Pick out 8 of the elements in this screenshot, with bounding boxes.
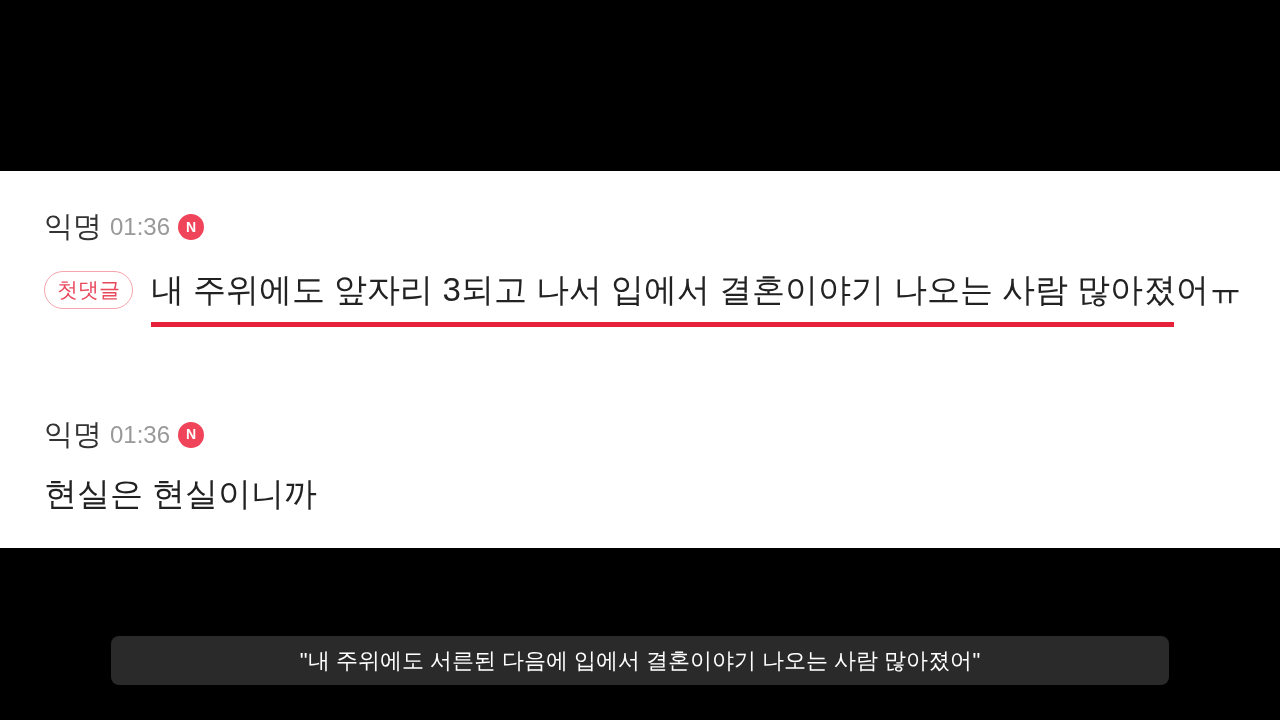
new-badge: N (178, 214, 205, 240)
comment-text: 현실은 현실이니까 (44, 473, 318, 514)
author-name: 익명 (44, 416, 102, 452)
subtitle: "내 주위에도 서른된 다음에 입에서 결혼이야기 나오는 사람 많아졌어" (111, 636, 1169, 685)
comment-time: 01:36 (110, 419, 171, 450)
author-name: 익명 (44, 209, 102, 245)
comment-time: 01:36 (110, 212, 171, 242)
new-badge: N (178, 421, 205, 448)
